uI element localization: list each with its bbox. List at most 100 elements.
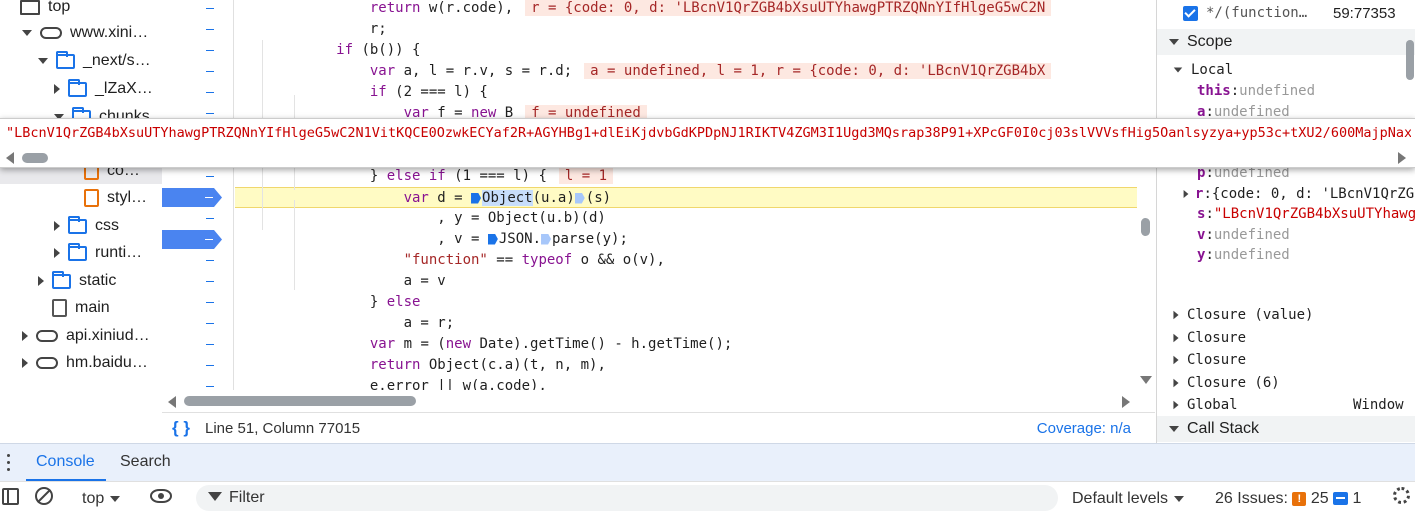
code-token: new — [445, 336, 472, 352]
tree-item[interactable]: _lZaX… — [0, 76, 162, 102]
code-line[interactable]: r; — [235, 19, 387, 40]
tree-item[interactable]: www.xini… — [0, 20, 162, 46]
global-scope[interactable]: Global Window — [1157, 394, 1415, 416]
gear-icon[interactable] — [1393, 487, 1410, 504]
chevron-right-icon[interactable] — [38, 276, 44, 286]
code-line[interactable]: a = v — [235, 271, 446, 292]
local-scope-header[interactable]: Local — [1157, 59, 1415, 81]
code-line[interactable]: } else if (1 === l) {l = 1 — [235, 166, 614, 187]
closure-label: Closure — [1187, 352, 1247, 368]
tree-item[interactable]: runti… — [0, 240, 162, 266]
filter-input[interactable]: Filter — [196, 485, 1058, 511]
closure-scope[interactable]: Closure (value) — [1157, 304, 1415, 326]
tab-console[interactable]: Console — [36, 453, 95, 471]
tree-item[interactable]: main — [0, 295, 162, 321]
code-line[interactable]: e.error || w(a.code), — [235, 376, 547, 390]
horizontal-scroll-thumb[interactable] — [184, 396, 416, 406]
code-line[interactable]: return w(r.code), r = {code: 0, d: 'LBcnV… — [235, 0, 1052, 19]
closure-scope[interactable]: Closure — [1157, 349, 1415, 371]
code-line[interactable]: } else — [235, 292, 421, 313]
pretty-print-icon[interactable]: { } — [172, 418, 190, 438]
chevron-right-icon[interactable] — [1183, 189, 1189, 198]
line-marker — [206, 218, 214, 219]
context-label: top — [82, 490, 105, 507]
breakpoint-marker[interactable] — [162, 230, 222, 249]
info-icon — [1333, 492, 1349, 506]
frame-icon — [20, 0, 40, 15]
filter-placeholder: Filter — [229, 489, 265, 506]
log-levels-dropdown[interactable]: Default levels — [1072, 490, 1185, 508]
code-token: var — [403, 190, 429, 206]
scroll-right-icon[interactable] — [1122, 396, 1130, 408]
line-marker — [206, 71, 214, 72]
code-line[interactable]: a = r; — [235, 313, 455, 334]
tree-item[interactable]: static — [0, 268, 162, 294]
chevron-right-icon[interactable] — [22, 331, 28, 341]
file-tree: top www.xini… _next/s… _lZaX… chunks co… styl…… — [0, 0, 162, 440]
scope-variable[interactable]: s: "LBcnV1QrZGB4bXsuUTYhawg — [1157, 203, 1415, 225]
tree-item[interactable]: top — [0, 0, 162, 20]
code-line[interactable]: var m = (new Date).getTime() - h.getTime… — [235, 334, 732, 355]
scroll-down-icon[interactable] — [1140, 376, 1152, 384]
call-stack-title: Call Stack — [1187, 420, 1260, 437]
call-stack-header[interactable]: Call Stack — [1157, 416, 1415, 442]
step-marker-icon[interactable] — [574, 192, 585, 204]
chevron-right-icon — [1173, 378, 1179, 387]
chevron-down-icon[interactable] — [38, 58, 48, 64]
tree-item[interactable]: _next/s… — [0, 48, 162, 74]
more-options-icon[interactable] — [7, 454, 11, 472]
tab-search[interactable]: Search — [120, 453, 171, 471]
show-sidebar-icon[interactable] — [2, 488, 19, 505]
code-line[interactable]: "function" == typeof o && o(v), — [235, 250, 665, 271]
editor-horizontal-scrollbar[interactable] — [162, 390, 1137, 412]
code-editor[interactable]: return w(r.code), r = {code: 0, d: 'LBcnV… — [235, 0, 1137, 390]
info-count: 1 — [1352, 490, 1362, 507]
tooltip-scroll-thumb[interactable] — [22, 153, 48, 163]
chevron-right-icon[interactable] — [22, 358, 28, 368]
file-orange-icon — [84, 189, 99, 207]
chevron-right-icon[interactable] — [54, 248, 60, 258]
tree-item[interactable]: styl… — [0, 185, 162, 211]
clear-console-icon[interactable] — [35, 487, 53, 505]
chevron-right-icon[interactable] — [54, 84, 60, 94]
coverage-link[interactable]: Coverage: n/a — [1037, 420, 1131, 437]
step-marker-icon[interactable] — [487, 233, 498, 245]
tree-item[interactable]: css — [0, 213, 162, 239]
line-marker — [206, 260, 214, 261]
context-selector[interactable]: top — [82, 490, 121, 508]
tooltip-scroll-right-icon[interactable] — [1398, 152, 1406, 164]
scope-variable[interactable]: this: undefined — [1157, 80, 1415, 102]
tooltip-scroll-left-icon[interactable] — [6, 152, 14, 164]
checkbox-checked-icon[interactable] — [1183, 5, 1198, 21]
code-line[interactable]: , y = Object(u.b)(d) — [235, 208, 606, 229]
current-execution-line[interactable]: var d = Object(u.a) (s) — [235, 187, 1137, 208]
scope-variable[interactable]: y: undefined — [1157, 244, 1415, 266]
line-gutter[interactable] — [162, 0, 234, 390]
step-marker-icon[interactable] — [541, 233, 552, 245]
tree-item[interactable]: hm.baidu… — [0, 350, 162, 376]
folder-icon — [68, 242, 87, 261]
live-expression-icon[interactable] — [150, 489, 172, 503]
code-line[interactable]: if (2 === l) { — [235, 82, 488, 103]
closure-scope[interactable]: Closure — [1157, 327, 1415, 349]
step-marker-icon[interactable] — [471, 192, 482, 204]
scope-variable[interactable]: r: {code: 0, d: 'LBcnV1QrZG — [1157, 183, 1415, 205]
breakpoint-marker[interactable] — [162, 188, 222, 207]
chevron-right-icon[interactable] — [54, 221, 60, 231]
scope-section-header[interactable]: Scope — [1157, 29, 1415, 55]
tree-item[interactable]: api.xiniud… — [0, 323, 162, 349]
breakpoint-entry[interactable]: */(function… 59:77353 — [1157, 2, 1415, 24]
code-line[interactable]: return Object(c.a)(t, n, m), — [235, 355, 606, 376]
scope-variable[interactable]: v: undefined — [1157, 224, 1415, 246]
folder-icon — [56, 50, 75, 69]
code-token: if — [428, 168, 446, 184]
editor-vertical-scrollbar[interactable] — [1141, 218, 1150, 236]
colon: : — [1205, 247, 1214, 263]
issues-button[interactable]: 26 Issues: ! 25 1 — [1215, 490, 1361, 508]
code-line[interactable]: var a, l = r.v, s = r.d; a = undefined, l… — [235, 61, 1052, 82]
sidebar-scrollbar[interactable] — [1406, 40, 1414, 80]
scroll-left-icon[interactable] — [168, 396, 176, 408]
chevron-down-icon — [1173, 67, 1183, 73]
closure-scope[interactable]: Closure (6) — [1157, 372, 1415, 394]
chevron-down-icon[interactable] — [22, 30, 32, 36]
